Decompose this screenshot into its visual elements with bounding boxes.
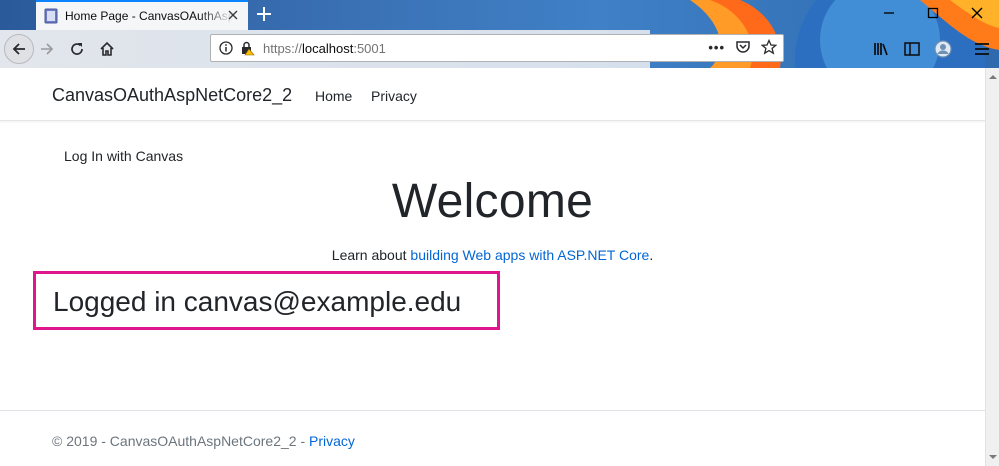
toolbar-right-icons bbox=[869, 30, 999, 68]
close-tab-icon[interactable] bbox=[226, 8, 240, 22]
logged-in-highlight-box: Logged in canvas@example.edu bbox=[33, 271, 500, 330]
info-icon[interactable] bbox=[219, 41, 233, 55]
learn-suffix: . bbox=[649, 247, 654, 263]
home-icon bbox=[100, 41, 114, 56]
minimize-button[interactable] bbox=[867, 0, 911, 26]
url-host: localhost bbox=[302, 40, 354, 56]
minimize-icon bbox=[884, 12, 894, 14]
library-icon[interactable] bbox=[873, 40, 891, 58]
address-bar[interactable]: https://localhost:5001 ••• bbox=[210, 34, 784, 62]
site-brand[interactable]: CanvasOAuthAspNetCore2_2 bbox=[52, 85, 292, 106]
footer-privacy-link[interactable]: Privacy bbox=[309, 433, 355, 449]
learn-about-text: Learn about building Web apps with ASP.N… bbox=[0, 247, 985, 263]
url-port: :5001 bbox=[353, 40, 386, 56]
forward-button[interactable] bbox=[36, 38, 58, 60]
url-actions: ••• bbox=[708, 39, 777, 55]
new-tab-icon[interactable] bbox=[254, 4, 274, 24]
welcome-heading: Welcome bbox=[391, 175, 594, 228]
nav-privacy[interactable]: Privacy bbox=[371, 88, 417, 104]
page-icon bbox=[44, 8, 58, 24]
site-header: CanvasOAuthAspNetCore2_2 Home Privacy bbox=[0, 68, 985, 121]
tab-title: Home Page - CanvasOAuthAspNetCore2_2 bbox=[65, 9, 233, 23]
url-display: https://localhost:5001 bbox=[263, 41, 386, 56]
bookmark-star-icon[interactable] bbox=[761, 39, 777, 55]
menu-icon[interactable] bbox=[973, 40, 991, 58]
insecure-lock-icon[interactable] bbox=[239, 40, 255, 56]
logged-in-status: Logged in canvas@example.edu bbox=[53, 286, 462, 317]
sidebar-icon[interactable] bbox=[903, 40, 921, 58]
login-with-canvas-link[interactable]: Log In with Canvas bbox=[64, 148, 183, 164]
site-footer: © 2019 - CanvasOAuthAspNetCore2_2 - Priv… bbox=[0, 410, 985, 466]
reload-button[interactable] bbox=[66, 38, 88, 60]
home-button[interactable] bbox=[96, 38, 118, 60]
nav-home[interactable]: Home bbox=[315, 88, 352, 104]
scroll-down-icon[interactable] bbox=[988, 452, 998, 462]
close-window-button[interactable] bbox=[955, 0, 999, 26]
vertical-scrollbar[interactable] bbox=[985, 68, 999, 466]
maximize-button[interactable] bbox=[911, 0, 955, 26]
back-button[interactable] bbox=[4, 34, 34, 64]
url-scheme: https:// bbox=[263, 40, 303, 56]
back-arrow-icon bbox=[12, 43, 25, 55]
footer-text: © 2019 - CanvasOAuthAspNetCore2_2 - Priv… bbox=[52, 433, 355, 449]
maximize-icon bbox=[927, 7, 939, 19]
reload-icon bbox=[71, 43, 83, 55]
aspnet-docs-link[interactable]: building Web apps with ASP.NET Core bbox=[410, 247, 649, 263]
close-icon bbox=[971, 7, 983, 19]
browser-chrome: Home Page - CanvasOAuthAspNetCore2_2 bbox=[0, 0, 999, 68]
learn-prefix: Learn about bbox=[331, 247, 411, 263]
footer-copyright: © 2019 - CanvasOAuthAspNetCore2_2 - bbox=[52, 433, 310, 449]
forward-arrow-icon bbox=[41, 43, 54, 55]
active-tab[interactable]: Home Page - CanvasOAuthAspNetCore2_2 bbox=[36, 0, 248, 30]
tab-bar: Home Page - CanvasOAuthAspNetCore2_2 bbox=[0, 0, 999, 30]
page-actions-button[interactable]: ••• bbox=[708, 40, 725, 55]
pocket-icon[interactable] bbox=[735, 39, 751, 55]
account-icon[interactable] bbox=[933, 39, 953, 59]
scroll-up-icon[interactable] bbox=[988, 72, 998, 82]
web-page: CanvasOAuthAspNetCore2_2 Home Privacy Lo… bbox=[0, 68, 985, 466]
